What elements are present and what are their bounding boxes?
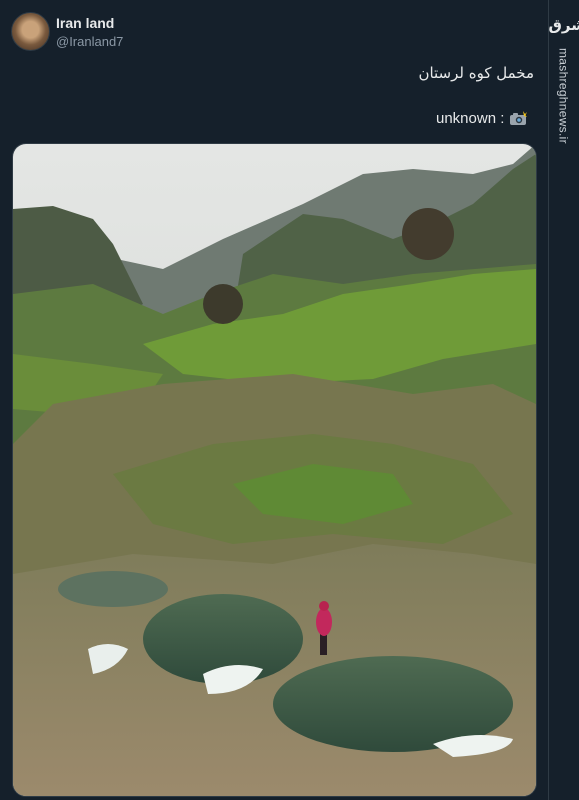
camera-flash-icon — [509, 111, 528, 126]
watermark-strip: مشرق mashreghnews.ir — [548, 0, 579, 800]
author-name[interactable]: Iran land — [56, 15, 114, 31]
credit-label: unknown : — [436, 110, 505, 127]
author-handle[interactable]: @Iranland7 — [56, 34, 123, 49]
photo-credit: unknown : — [436, 110, 528, 127]
watermark-site: mashreghnews.ir — [556, 48, 571, 144]
avatar[interactable] — [11, 12, 50, 51]
landscape-photo — [13, 144, 536, 796]
tweet-photo[interactable] — [12, 143, 537, 797]
tweet: Iran land @Iranland7 مخمل کوه لرستان unk… — [0, 0, 548, 800]
mashregh-logo: مشرق — [548, 16, 579, 34]
tweet-text: مخمل کوه لرستان — [418, 64, 534, 82]
